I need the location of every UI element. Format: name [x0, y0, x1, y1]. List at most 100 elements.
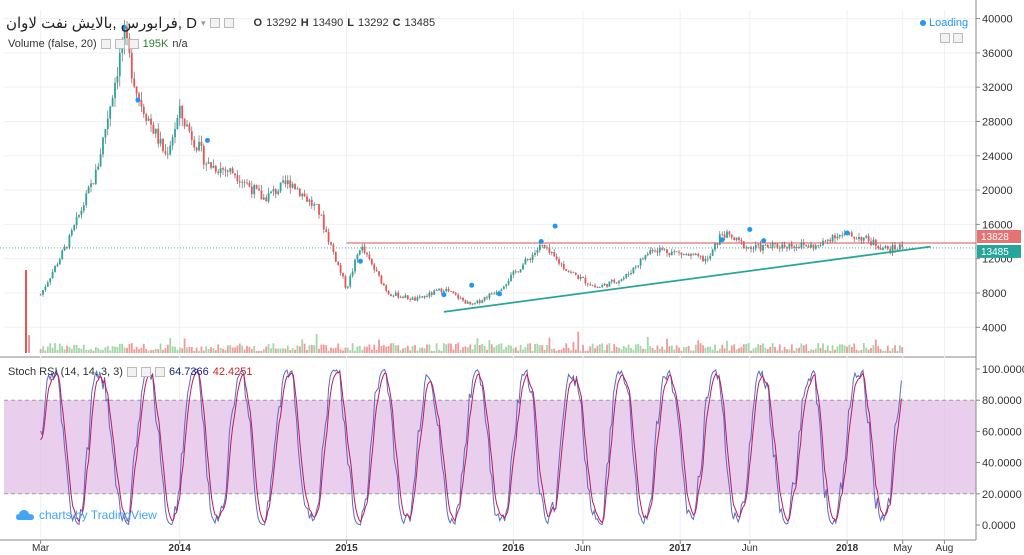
volume-bar	[85, 349, 88, 353]
ohlc-high-key: H	[300, 17, 309, 29]
candle-body	[286, 180, 289, 185]
volume-bar	[759, 345, 762, 353]
settings-icon[interactable]	[140, 367, 151, 377]
candle-body	[152, 124, 155, 134]
candle-body	[838, 234, 841, 237]
volume-bar	[190, 347, 193, 353]
volume-bar	[286, 345, 289, 353]
volume-bar	[49, 343, 52, 353]
price-tick-label: 36000	[982, 48, 1013, 60]
event-marker-dot	[496, 291, 502, 297]
candle-body	[656, 250, 659, 253]
volume-bar	[58, 343, 61, 353]
candle-body	[267, 192, 270, 202]
candle-body	[757, 244, 760, 245]
candle-body	[675, 251, 678, 253]
volume-bar	[757, 344, 760, 353]
settings-icon[interactable]	[114, 39, 125, 49]
candle-body	[855, 238, 858, 240]
volume-bar	[610, 350, 613, 353]
candle-body	[56, 264, 59, 267]
volume-bar	[121, 343, 124, 353]
volume-bar	[133, 349, 136, 353]
volume-bar	[711, 349, 714, 353]
volume-bar	[572, 342, 575, 353]
rsi-tick-label: 20.0000	[982, 489, 1022, 501]
volume-bar	[766, 349, 769, 353]
volume-bar	[46, 346, 49, 353]
volume-bar	[382, 344, 385, 353]
volume-bar	[260, 350, 263, 353]
volume-bar	[291, 348, 294, 353]
loading-text: Loading	[929, 17, 969, 29]
pane-up-icon[interactable]	[940, 33, 950, 43]
candle-body	[886, 246, 889, 249]
close-icon[interactable]	[154, 367, 165, 377]
candle-body	[502, 286, 505, 290]
volume-bar	[459, 349, 462, 353]
candle-body	[596, 287, 599, 288]
time-tick-label: 2016	[502, 543, 525, 554]
branding[interactable]: charts by TradingView	[16, 508, 157, 522]
volume-label: Volume (false, 20)	[8, 38, 97, 50]
volume-bar	[752, 348, 755, 353]
volume-bar	[138, 349, 140, 353]
volume-bar	[517, 350, 520, 353]
volume-bar	[531, 350, 534, 353]
volume-bar	[174, 346, 176, 353]
candle-body	[577, 275, 580, 279]
candle-body	[205, 163, 208, 165]
candle-body	[68, 235, 71, 248]
candle-body	[769, 247, 772, 249]
candle-body	[853, 236, 856, 239]
settings-icon[interactable]	[223, 18, 234, 28]
volume-bar	[603, 350, 606, 353]
candle-body	[351, 271, 354, 276]
volume-bar	[322, 344, 325, 353]
pane-maximize-icon[interactable]	[953, 33, 963, 43]
volume-bar	[42, 346, 44, 353]
candle-body	[70, 230, 73, 236]
volume-bar	[188, 346, 191, 353]
volume-bar	[654, 349, 656, 353]
eye-icon[interactable]	[126, 367, 137, 377]
candle-body	[524, 259, 527, 265]
volume-bar	[106, 345, 109, 353]
volume-bar	[529, 343, 532, 353]
candle-body	[133, 78, 136, 87]
volume-bar	[217, 344, 220, 353]
candle-body	[346, 286, 349, 288]
price-tick-label: 16000	[982, 219, 1013, 231]
candle-body	[193, 139, 196, 148]
volume-bar	[90, 349, 92, 353]
candle-body	[874, 239, 877, 247]
candle-body	[490, 293, 493, 295]
volume-bar	[296, 345, 299, 353]
candle-body	[438, 288, 440, 291]
candle-body	[356, 254, 359, 260]
volume-bar	[66, 345, 68, 353]
volume-bar	[567, 347, 570, 353]
volume-bar	[380, 346, 383, 353]
dropdown-icon[interactable]: ▾	[201, 18, 206, 29]
candle-body	[435, 290, 438, 292]
close-icon[interactable]	[128, 39, 139, 49]
eye-icon[interactable]	[209, 18, 220, 28]
candle-body	[183, 118, 186, 127]
ohlc-open-key: O	[253, 17, 263, 29]
volume-bar	[606, 344, 608, 353]
candle-body	[130, 52, 133, 79]
candle-body	[752, 248, 755, 250]
time-tick-label: May	[893, 543, 912, 554]
volume-bar	[834, 349, 836, 353]
cloud-icon	[16, 509, 34, 520]
candle-body	[46, 282, 49, 287]
volume-bar	[327, 350, 330, 353]
branding-text: charts by TradingView	[39, 508, 157, 522]
candle-body	[867, 235, 870, 242]
volume-bar	[104, 347, 107, 353]
volume-bar	[462, 347, 464, 353]
eye-icon[interactable]	[100, 39, 111, 49]
volume-bar	[498, 344, 500, 353]
symbol-legend: فرابورس ,بالایش نفت لاوان, D ▾ O 13292 H…	[6, 14, 435, 32]
